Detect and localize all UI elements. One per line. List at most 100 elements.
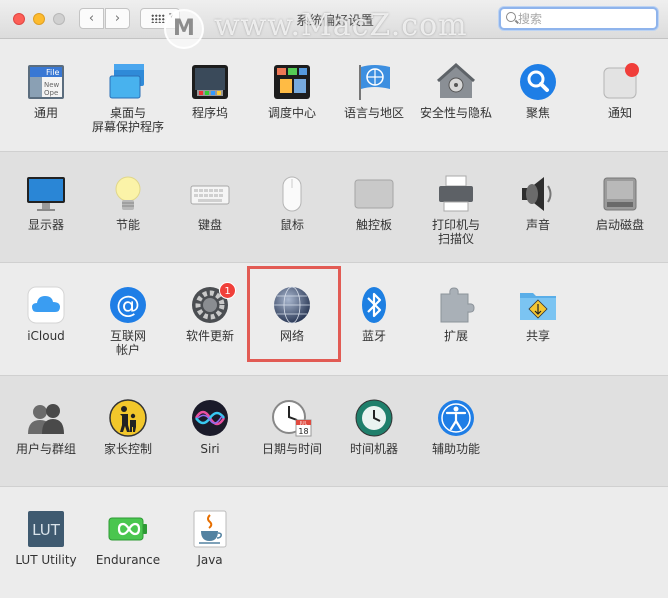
pref-notifications[interactable]: 通知 bbox=[579, 62, 661, 120]
lightbulb-icon bbox=[108, 174, 148, 214]
pref-label: 蓝牙 bbox=[361, 329, 386, 343]
pref-parental-controls[interactable]: 家长控制 bbox=[87, 398, 169, 456]
time-machine-icon bbox=[354, 398, 394, 438]
clock-calendar-icon: JUL 18 bbox=[272, 398, 312, 438]
minimize-button[interactable] bbox=[33, 13, 45, 25]
pref-internet-accounts[interactable]: @ 互联网 帐户 bbox=[87, 285, 169, 357]
pref-label: 桌面与 屏幕保护程序 bbox=[91, 106, 164, 134]
display-icon bbox=[26, 174, 66, 214]
search-input[interactable] bbox=[518, 9, 653, 28]
pref-label: 语言与地区 bbox=[343, 106, 404, 120]
pref-label: 家长控制 bbox=[103, 442, 152, 456]
pref-label: 软件更新 bbox=[185, 329, 234, 343]
pref-label: iCloud bbox=[27, 329, 65, 343]
general-icon-text-file: File bbox=[46, 68, 59, 77]
pref-date-time[interactable]: JUL 18 日期与时间 bbox=[251, 398, 333, 456]
pref-desktop-screensaver[interactable]: 桌面与 屏幕保护程序 bbox=[87, 62, 169, 134]
back-button[interactable]: ‹ bbox=[79, 8, 104, 29]
watermark-text: www.MacZ.com bbox=[214, 8, 468, 43]
pref-users-groups[interactable]: 用户与群组 bbox=[5, 398, 87, 456]
mouse-icon bbox=[272, 174, 312, 214]
pref-label: 显示器 bbox=[27, 218, 64, 232]
puzzle-icon bbox=[436, 285, 476, 325]
pref-security-privacy[interactable]: 安全性与隐私 bbox=[415, 62, 497, 120]
pref-keyboard[interactable]: 键盘 bbox=[169, 174, 251, 232]
pref-label: 声音 bbox=[525, 218, 550, 232]
pref-extensions[interactable]: 扩展 bbox=[415, 285, 497, 343]
dock-icon bbox=[190, 62, 230, 102]
pref-time-machine[interactable]: 时间机器 bbox=[333, 398, 415, 456]
general-icon-text-new: New bbox=[44, 81, 60, 89]
notifications-icon bbox=[600, 62, 640, 102]
section-personal: File New Ope 通用 桌面与 屏幕保护程序 程序坞 调度中心 语言与地… bbox=[0, 39, 668, 151]
pref-sharing[interactable]: 共享 bbox=[497, 285, 579, 343]
pref-java[interactable]: Java bbox=[169, 509, 251, 567]
pref-spotlight[interactable]: 聚焦 bbox=[497, 62, 579, 120]
general-icon-text-open: Ope bbox=[44, 89, 58, 97]
pref-siri[interactable]: Siri bbox=[169, 398, 251, 456]
pref-trackpad[interactable]: 触控板 bbox=[333, 174, 415, 232]
sharing-folder-icon bbox=[518, 285, 558, 325]
java-cup-icon bbox=[190, 509, 230, 549]
pref-startup-disk[interactable]: 启动磁盘 bbox=[579, 174, 661, 232]
pref-label: Java bbox=[197, 553, 223, 567]
pref-endurance[interactable]: Endurance bbox=[87, 509, 169, 567]
pref-label: 程序坞 bbox=[191, 106, 228, 120]
pref-lut-utility[interactable]: LUT LUT Utility bbox=[5, 509, 87, 567]
disk-icon bbox=[600, 174, 640, 214]
network-highlight-box bbox=[247, 266, 341, 362]
pref-energy-saver[interactable]: 节能 bbox=[87, 174, 169, 232]
pref-mouse[interactable]: 鼠标 bbox=[251, 174, 333, 232]
pref-label: 共享 bbox=[525, 329, 550, 343]
lut-icon: LUT bbox=[26, 509, 66, 549]
section-other: LUT LUT Utility Endurance Java bbox=[0, 487, 668, 598]
pref-label: 节能 bbox=[115, 218, 140, 232]
pref-label: Siri bbox=[200, 442, 220, 456]
pref-software-update[interactable]: 1 软件更新 bbox=[169, 282, 251, 343]
desktop-icon bbox=[108, 62, 148, 102]
pref-label: 用户与群组 bbox=[15, 442, 76, 456]
trackpad-icon bbox=[354, 174, 394, 214]
calendar-month: JUL bbox=[299, 421, 308, 427]
zoom-button[interactable] bbox=[53, 13, 65, 25]
pref-accessibility[interactable]: 辅助功能 bbox=[415, 398, 497, 456]
pref-general[interactable]: File New Ope 通用 bbox=[5, 62, 87, 120]
pref-displays[interactable]: 显示器 bbox=[5, 174, 87, 232]
close-button[interactable] bbox=[13, 13, 25, 25]
security-house-icon bbox=[436, 62, 476, 102]
icloud-icon bbox=[26, 285, 66, 325]
section-hardware: 显示器 节能 键盘 鼠标 触控板 打印机与 扫描仪 声音 启动磁盘 bbox=[0, 151, 668, 263]
pref-language-region[interactable]: 语言与地区 bbox=[333, 62, 415, 120]
pref-mission-control[interactable]: 调度中心 bbox=[251, 62, 333, 120]
search-icon bbox=[506, 12, 516, 22]
pref-label: 辅助功能 bbox=[431, 442, 480, 456]
pref-icloud[interactable]: iCloud bbox=[5, 285, 87, 343]
pref-label: 触控板 bbox=[355, 218, 392, 232]
forward-button[interactable]: › bbox=[105, 8, 130, 29]
spotlight-icon bbox=[518, 62, 558, 102]
accessibility-icon bbox=[436, 398, 476, 438]
grid-icon bbox=[151, 14, 165, 23]
pref-label: 互联网 帐户 bbox=[109, 329, 146, 357]
gear-update-icon: 1 bbox=[190, 282, 236, 325]
parental-icon bbox=[108, 398, 148, 438]
pref-bluetooth[interactable]: 蓝牙 bbox=[333, 285, 415, 343]
bluetooth-icon bbox=[354, 285, 394, 325]
pref-label: 键盘 bbox=[197, 218, 222, 232]
users-icon bbox=[26, 398, 66, 438]
printer-icon bbox=[436, 174, 476, 214]
pref-label: 通用 bbox=[33, 106, 58, 120]
pref-label: 打印机与 扫描仪 bbox=[431, 218, 480, 246]
pref-dock[interactable]: 程序坞 bbox=[169, 62, 251, 120]
pref-label: 日期与时间 bbox=[261, 442, 322, 456]
pref-printers-scanners[interactable]: 打印机与 扫描仪 bbox=[415, 174, 497, 246]
lut-icon-text: LUT bbox=[32, 521, 61, 539]
search-field[interactable] bbox=[499, 7, 658, 30]
speaker-icon bbox=[518, 174, 558, 214]
pref-sound[interactable]: 声音 bbox=[497, 174, 579, 232]
mission-control-icon bbox=[272, 62, 312, 102]
pref-label: 调度中心 bbox=[267, 106, 316, 120]
pref-label: 鼠标 bbox=[279, 218, 304, 232]
update-count-badge: 1 bbox=[219, 282, 236, 299]
siri-icon bbox=[190, 398, 230, 438]
